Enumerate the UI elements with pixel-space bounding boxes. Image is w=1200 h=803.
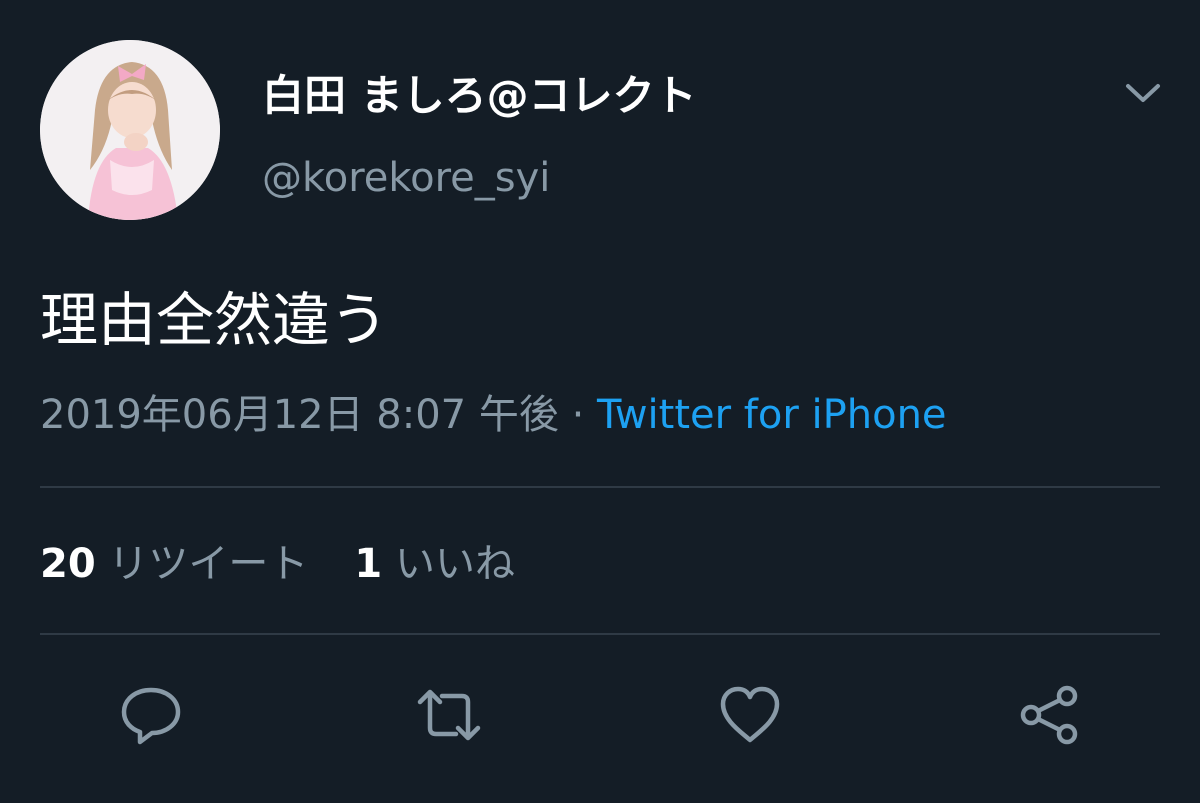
retweets-count: 20 [40,541,96,587]
heart-icon [720,686,780,743]
divider [40,633,1160,635]
display-name[interactable]: 白田 ましろ@コレクト [262,66,697,126]
retweets-label: リツイート [108,541,309,587]
tweet-text: 理由全然違う [40,286,389,354]
tweet-stats: 20 リツイート 1 いいね [40,534,515,594]
user-handle[interactable]: @korekore_syi [262,150,550,206]
like-button[interactable] [717,682,783,748]
avatar[interactable] [40,40,220,220]
share-icon [1020,685,1078,745]
tweet-source-link[interactable]: Twitter for iPhone [597,392,947,438]
reply-button[interactable] [118,682,184,748]
likes-stat[interactable]: 1 いいね [354,534,515,594]
retweet-button[interactable] [416,682,482,748]
divider [40,486,1160,488]
tweet-timestamp[interactable]: 2019年06月12日 8:07 午後 [40,392,559,438]
retweet-icon [417,689,481,741]
likes-count: 1 [354,541,383,587]
tweet-meta: 2019年06月12日 8:07 午後 · Twitter for iPhone [40,386,947,444]
reply-icon [121,687,181,745]
share-button[interactable] [1017,682,1083,748]
likes-label: いいね [394,541,515,587]
avatar-image [40,40,220,220]
chevron-down-icon[interactable] [1120,70,1166,116]
meta-separator: · [558,392,598,438]
retweets-stat[interactable]: 20 リツイート [40,534,308,594]
